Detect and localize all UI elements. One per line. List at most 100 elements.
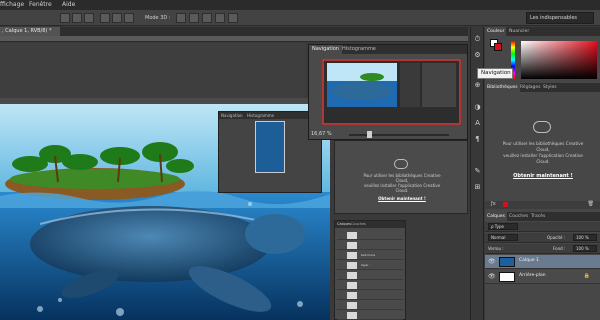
- lock-icon: 🔒: [583, 273, 590, 279]
- blend-mode-select[interactable]: Normal: [488, 234, 518, 241]
- align-right-button[interactable]: [84, 13, 94, 23]
- menu-item-aide[interactable]: Aide: [62, 0, 75, 10]
- 3d-rotate-button[interactable]: [176, 13, 186, 23]
- small-window-preview: [255, 121, 285, 173]
- trash-icon[interactable]: 🗑: [588, 201, 594, 207]
- navigation-tooltip: Navigation: [477, 68, 513, 79]
- tab-navigation[interactable]: Navigation: [309, 45, 342, 54]
- navigator-zoom-slider[interactable]: [349, 134, 449, 136]
- tab-bibliotheques[interactable]: Bibliothèques: [485, 83, 520, 92]
- color-panel-tabs: Couleur Nuancier: [485, 27, 600, 36]
- navigator-panel: Navigation Histogramme 16,67 %: [308, 44, 468, 140]
- fx-icon[interactable]: ƒx: [491, 201, 496, 207]
- menu-item-fenetre[interactable]: Fenêtre: [29, 0, 52, 10]
- 3d-slide-button[interactable]: [215, 13, 225, 23]
- mid-layer-row[interactable]: [337, 281, 403, 290]
- navigator-preview[interactable]: [322, 59, 461, 125]
- layer-filter-select[interactable]: ρ Type: [488, 223, 518, 230]
- distribute-bottom-button[interactable]: [124, 13, 134, 23]
- tab-styles[interactable]: Styles: [541, 83, 559, 92]
- workspace-select[interactable]: Les indispensables: [526, 12, 594, 24]
- visibility-eye-icon[interactable]: 👁: [488, 258, 496, 265]
- mid-layer-row[interactable]: layer: [337, 261, 403, 270]
- adjustments-icon[interactable]: ◑: [473, 103, 482, 112]
- mid-get-now-link[interactable]: Obtenir maintenant !: [343, 196, 461, 201]
- mid-layer-row[interactable]: bell more: [337, 251, 403, 260]
- color-chip-icon[interactable]: [503, 202, 508, 207]
- small-window-tabs: Navigation Histogramme: [219, 112, 321, 119]
- mode-3d-label: Mode 3D :: [145, 15, 171, 21]
- tab-couleur[interactable]: Couleur: [485, 27, 507, 36]
- distribute-middle-button[interactable]: [112, 13, 122, 23]
- document-tab[interactable]: , Calque 1, RVB/8) *: [0, 27, 60, 36]
- mid-cc-message-4: Cloud.: [395, 188, 409, 193]
- brush-icon[interactable]: ✎: [473, 167, 482, 176]
- tab-calques[interactable]: Calques: [485, 212, 507, 221]
- lib-get-now-link[interactable]: Obtenir maintenant !: [493, 173, 593, 179]
- layer-name[interactable]: Calque 1: [519, 258, 539, 263]
- 3d-roll-button[interactable]: [189, 13, 199, 23]
- creative-cloud-icon: [533, 121, 551, 133]
- navigator-icon[interactable]: ⊕: [473, 81, 482, 90]
- tab-traces[interactable]: Tracés: [529, 212, 547, 221]
- properties-icon[interactable]: ⚙: [473, 51, 482, 60]
- character-icon[interactable]: A: [473, 119, 482, 128]
- mid-layer-row[interactable]: [337, 291, 403, 300]
- 3d-scale-button[interactable]: [228, 13, 238, 23]
- align-center-button[interactable]: [72, 13, 82, 23]
- layers-panel-tabs: Calques Couches Tracés: [485, 212, 600, 221]
- mid-layer-row[interactable]: [337, 311, 403, 320]
- mid-tab-calques[interactable]: Calques: [337, 221, 351, 228]
- menu-item-affichage[interactable]: ffichage: [0, 0, 24, 10]
- fill-input[interactable]: 100 %: [573, 245, 597, 252]
- mid-layers-tabs: Calques Couches: [335, 221, 405, 228]
- layers-blend-row: Normal Opacité : 100 %: [485, 233, 600, 243]
- layer-row-calque-1[interactable]: 👁 Calque 1: [485, 255, 600, 269]
- color-spectrum-field[interactable]: [521, 41, 597, 79]
- lib-message-1: Pour utiliser les bibliothèques Creative: [502, 141, 584, 146]
- history-icon[interactable]: ⏱: [473, 35, 482, 44]
- mid-layer-row[interactable]: [337, 271, 403, 280]
- distribute-top-button[interactable]: [100, 13, 110, 23]
- mid-layer-row[interactable]: [337, 241, 403, 250]
- layer-thumbnail: [499, 272, 515, 282]
- navigator-tabs: Navigation Histogramme: [309, 45, 467, 54]
- opacity-input[interactable]: 100 %: [573, 234, 597, 241]
- mid-layer-row[interactable]: [337, 231, 403, 240]
- small-document-window: Navigation Histogramme: [218, 111, 322, 193]
- paragraph-icon[interactable]: ¶: [473, 135, 482, 144]
- lib-message-3: veuillez installer l'application Creativ…: [503, 153, 583, 158]
- tab-reglages[interactable]: Réglages: [518, 83, 543, 92]
- tab-histogram[interactable]: Histogramme: [339, 45, 379, 54]
- navigator-zoom-value[interactable]: 16,67 %: [311, 131, 332, 137]
- fill-label: Fond :: [553, 246, 566, 251]
- align-left-button[interactable]: [60, 13, 70, 23]
- layers-lock-row: Verrou : Fond : 100 %: [485, 244, 600, 254]
- libraries-footer: ƒx 🗑: [485, 201, 600, 209]
- opacity-label: Opacité :: [547, 235, 566, 240]
- layers-filter-row: ρ Type: [485, 222, 600, 232]
- background-color-swatch[interactable]: [494, 43, 502, 51]
- options-bar: Mode 3D : Les indispensables: [0, 10, 600, 26]
- tab-couches[interactable]: Couches: [507, 212, 530, 221]
- lib-message-4: Cloud.: [536, 159, 550, 164]
- lib-message-2: Cloud,: [536, 147, 550, 152]
- tab-nuancier[interactable]: Nuancier: [507, 27, 531, 36]
- libraries-panel-tabs: Bibliothèques Réglages Styles: [485, 83, 600, 92]
- middle-layers-panel: Calques Couches bell more layer: [334, 220, 406, 320]
- small-tab-navigation[interactable]: Navigation: [221, 112, 243, 119]
- middle-libraries-panel: Pour utiliser les bibliothèques Creative…: [334, 140, 468, 214]
- clone-source-icon[interactable]: ⊞: [473, 183, 482, 192]
- layer-name[interactable]: Arrière-plan: [519, 273, 546, 278]
- document-tab-strip: , Calque 1, RVB/8) *: [0, 27, 468, 36]
- small-tab-histogram[interactable]: Histogramme: [247, 112, 274, 119]
- navigator-zoom-knob[interactable]: [367, 131, 372, 138]
- visibility-eye-icon[interactable]: 👁: [488, 273, 496, 280]
- mid-tab-couches[interactable]: Couches: [351, 221, 366, 228]
- menu-bar: ffichage Fenêtre Aide: [0, 0, 600, 10]
- mid-layer-row[interactable]: [337, 301, 403, 310]
- canvas-empty-area: [0, 43, 306, 98]
- layer-row-arriere-plan[interactable]: 👁 Arrière-plan 🔒: [485, 270, 600, 284]
- lock-label: Verrou :: [488, 246, 504, 251]
- 3d-pan-button[interactable]: [202, 13, 212, 23]
